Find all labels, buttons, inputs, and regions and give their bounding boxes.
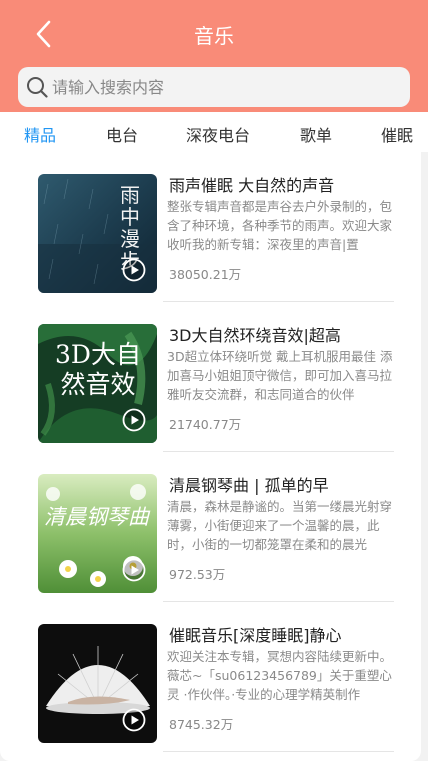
search-bar[interactable] [18,67,410,107]
tab-radio[interactable]: 电台 [106,122,138,146]
cover-title-text: 3D大自然音效 [55,340,141,399]
header-bar: 音乐 [0,0,428,112]
play-count: 972.53万 [169,567,226,582]
list-item[interactable]: 催眠音乐[深度睡眠]静心 欢迎关注本专辑，冥想内容陆续更新中。薇芯~「su061… [0,602,421,752]
cover-title-text: 清晨钢琴曲 [44,505,149,529]
list-item[interactable]: 清晨钢琴曲 清晨钢琴曲 | 孤单的早 清晨，森林是静谧的。当第一缕晨光射穿薄雾，… [0,452,421,602]
play-count: 8745.32万 [169,717,234,732]
search-input[interactable] [52,75,392,99]
album-description: 欢迎关注本专辑，冥想内容陆续更新中。薇芯~「su06123456789」关于重塑… [167,649,393,702]
play-icon[interactable] [122,258,146,282]
tab-playlists[interactable]: 歌单 [300,122,332,146]
play-count: 21740.77万 [169,417,242,432]
tab-featured[interactable]: 精品 [24,122,56,146]
album-description: 整张专辑声音都是声谷去户外录制的，包含了种环境，各种季节的雨声。欢迎大家收听我的… [167,199,393,252]
play-icon[interactable] [122,408,146,432]
album-description: 清晨，森林是静谧的。当第一缕晨光射穿薄雾，小街便迎来了一个温馨的晨，此时，小街的… [167,499,393,552]
play-count: 38050.21万 [169,267,242,282]
category-tabs: 精品 电台 深夜电台 歌单 催眠 [0,112,428,152]
list-item[interactable]: 雨中漫步 雨声催眠 大自然的声音 整张专辑声音都是声谷去户外录制的，包含了种环境… [0,152,421,302]
divider [163,751,394,752]
album-title: 清晨钢琴曲 | 孤单的早 [169,476,329,495]
tab-hypnosis[interactable]: 催眠 [381,122,413,146]
play-icon[interactable] [122,558,146,582]
album-list: 雨中漫步 雨声催眠 大自然的声音 整张专辑声音都是声谷去户外录制的，包含了种环境… [0,152,421,761]
search-icon [27,77,48,98]
album-title: 催眠音乐[深度睡眠]静心 [169,626,342,645]
tab-late-night-radio[interactable]: 深夜电台 [186,122,250,146]
album-title: 雨声催眠 大自然的声音 [169,176,335,195]
play-icon[interactable] [122,708,146,732]
album-list-area: 雨中漫步 雨声催眠 大自然的声音 整张专辑声音都是声谷去户外录制的，包含了种环境… [0,152,428,761]
page-title: 音乐 [194,24,234,48]
album-title: 3D大自然环绕音效|超高 [169,326,341,345]
list-item[interactable]: 3D大自然音效 3D大自然环绕音效|超高 3D超立体环绕听觉 戴上耳机服用最佳 … [0,302,421,452]
album-description: 3D超立体环绕听觉 戴上耳机服用最佳 添加喜马小姐姐顶守微信，即可加入喜马拉雅听… [167,349,393,402]
